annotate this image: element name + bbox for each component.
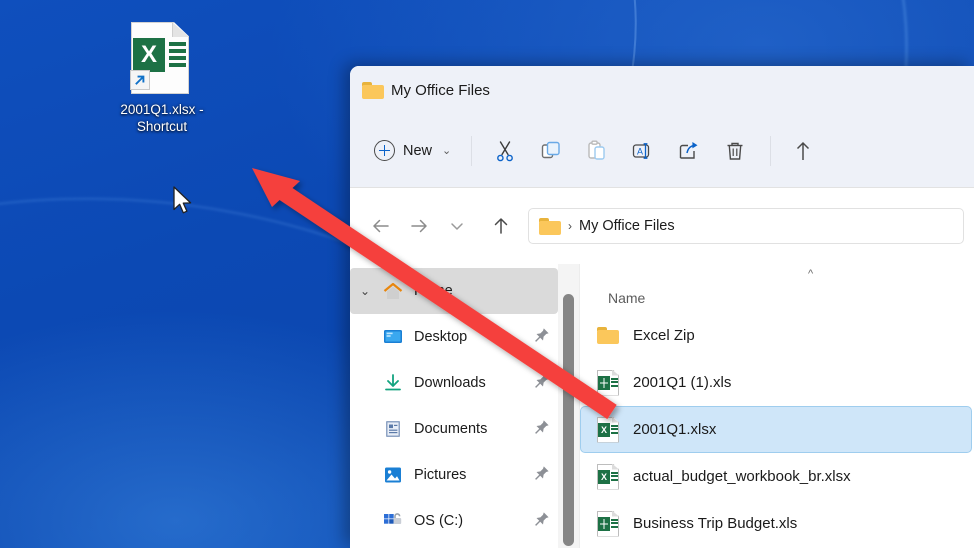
- rename-button[interactable]: A: [620, 131, 666, 171]
- home-icon: [380, 281, 406, 301]
- column-header-name[interactable]: Name: [608, 290, 645, 306]
- window-title: My Office Files: [391, 82, 490, 99]
- paste-button[interactable]: [574, 131, 620, 171]
- sidebar-item-desktop[interactable]: Desktop: [350, 314, 558, 360]
- sidebar-item-documents[interactable]: Documents: [350, 406, 558, 452]
- scrollbar-thumb[interactable]: [563, 294, 574, 546]
- file-name-label: actual_budget_workbook_br.xlsx: [633, 468, 851, 485]
- xlsx-file-icon: X: [595, 464, 621, 490]
- chevron-down-icon[interactable]: ⌄: [350, 284, 380, 298]
- breadcrumb-separator: ›: [568, 219, 572, 233]
- table-row[interactable]: 2001Q1 (1).xls: [580, 359, 972, 406]
- trash-icon: [723, 139, 747, 163]
- file-name-label: 2001Q1 (1).xls: [633, 374, 731, 391]
- back-button[interactable]: [362, 207, 400, 245]
- pictures-icon: [380, 465, 406, 485]
- desktop-shortcut-2001q1[interactable]: X 2001Q1.xlsx - Shortcut: [100, 22, 224, 135]
- rename-icon: A: [631, 139, 655, 163]
- sidebar-item-home[interactable]: ⌄ Home: [350, 268, 558, 314]
- pin-icon[interactable]: [534, 327, 550, 348]
- paste-icon: [585, 139, 609, 163]
- command-toolbar[interactable]: New ⌄: [350, 114, 974, 188]
- delete-button[interactable]: [712, 131, 758, 171]
- pin-icon[interactable]: [534, 419, 550, 440]
- pin-icon[interactable]: [534, 511, 550, 532]
- chevron-down-icon: [447, 216, 467, 236]
- sidebar-item-label: Pictures: [414, 467, 534, 483]
- svg-text:A: A: [637, 146, 643, 156]
- navigation-pane-scrollbar[interactable]: [558, 264, 580, 548]
- shortcut-label-line1: 2001Q1.xlsx -: [100, 101, 224, 118]
- spreadsheet-grid-glyph: [169, 42, 186, 66]
- mouse-pointer-icon: [173, 186, 195, 223]
- chevron-down-icon[interactable]: ⌄: [442, 144, 451, 157]
- breadcrumb-path[interactable]: My Office Files: [579, 218, 675, 234]
- shortcut-arrow-icon: [130, 70, 150, 90]
- sort-ascending-indicator: ^: [808, 268, 813, 280]
- file-name-label: Excel Zip: [633, 327, 695, 344]
- column-header-row[interactable]: ^ Name: [580, 264, 974, 312]
- excel-x-badge: X: [133, 38, 165, 72]
- desktop-shortcut-label: 2001Q1.xlsx - Shortcut: [100, 101, 224, 135]
- cut-button[interactable]: [482, 131, 528, 171]
- arrow-up-icon: [490, 215, 512, 237]
- excel-shortcut-icon: X: [131, 22, 193, 96]
- folder-icon: [362, 82, 382, 98]
- new-button[interactable]: New ⌄: [364, 133, 461, 168]
- pin-icon[interactable]: [534, 465, 550, 486]
- scissors-icon: [493, 139, 517, 163]
- copy-icon: [539, 139, 563, 163]
- folder-icon: [539, 218, 561, 235]
- sidebar-item-label: Desktop: [414, 329, 534, 345]
- up-button[interactable]: [482, 207, 520, 245]
- explorer-body: ⌄ Home: [350, 264, 974, 548]
- sidebar-item-label: Home: [414, 283, 550, 299]
- xls-file-icon: [595, 511, 621, 537]
- arrow-left-icon: [370, 215, 392, 237]
- download-icon: [380, 373, 406, 393]
- forward-button[interactable]: [400, 207, 438, 245]
- sidebar-item-label: Documents: [414, 421, 534, 437]
- drive-icon: [380, 511, 406, 531]
- sidebar-item-label: Downloads: [414, 375, 534, 391]
- file-explorer-window[interactable]: My Office Files New ⌄: [350, 66, 974, 548]
- sort-up-icon: [792, 139, 816, 163]
- shortcut-label-line2: Shortcut: [100, 118, 224, 135]
- recent-locations-button[interactable]: [438, 207, 476, 245]
- share-icon: [677, 139, 701, 163]
- toolbar-divider: [770, 136, 771, 166]
- plus-circle-icon: [374, 140, 395, 161]
- sidebar-item-label: OS (C:): [414, 513, 534, 529]
- table-row[interactable]: X 2001Q1.xlsx: [580, 406, 972, 453]
- toolbar-divider: [471, 136, 472, 166]
- file-name-label: Business Trip Budget.xls: [633, 515, 797, 532]
- sort-button[interactable]: [781, 131, 827, 171]
- new-button-label: New: [403, 143, 432, 159]
- arrow-right-icon: [408, 215, 430, 237]
- pin-icon[interactable]: [534, 373, 550, 394]
- window-titlebar[interactable]: My Office Files: [350, 66, 974, 114]
- file-list-pane[interactable]: ^ Name Excel Zip 2001Q1 (1).xls X 200: [580, 264, 974, 548]
- navigation-pane[interactable]: ⌄ Home: [350, 264, 558, 548]
- table-row[interactable]: Business Trip Budget.xls: [580, 500, 972, 547]
- document-icon: [380, 419, 406, 439]
- navigation-bar[interactable]: › My Office Files: [350, 188, 974, 264]
- table-row[interactable]: X actual_budget_workbook_br.xlsx: [580, 453, 972, 500]
- share-button[interactable]: [666, 131, 712, 171]
- folder-icon: [595, 323, 621, 349]
- table-row[interactable]: Excel Zip: [580, 312, 972, 359]
- sidebar-item-downloads[interactable]: Downloads: [350, 360, 558, 406]
- sidebar-item-pictures[interactable]: Pictures: [350, 452, 558, 498]
- desktop-icon: [380, 327, 406, 347]
- xls-file-icon: [595, 370, 621, 396]
- copy-button[interactable]: [528, 131, 574, 171]
- address-bar[interactable]: › My Office Files: [528, 208, 964, 244]
- file-name-label: 2001Q1.xlsx: [633, 421, 716, 438]
- xlsx-file-icon: X: [595, 417, 621, 443]
- sidebar-item-os-c[interactable]: OS (C:): [350, 498, 558, 544]
